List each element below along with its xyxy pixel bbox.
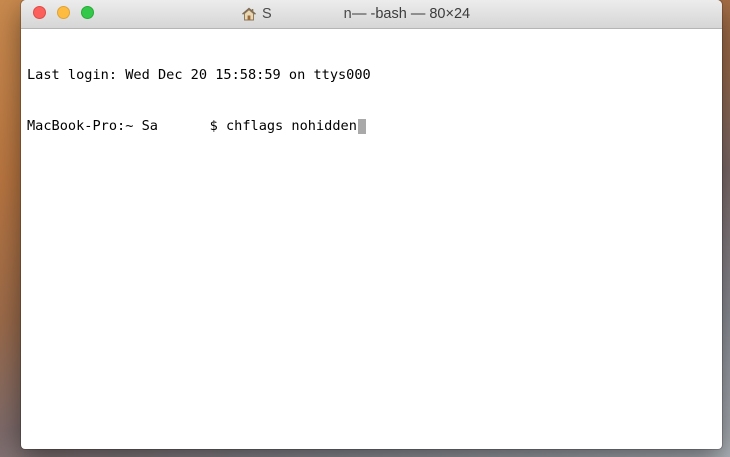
title-username: Sn bbox=[262, 6, 352, 22]
zoom-window-button[interactable] bbox=[81, 6, 94, 19]
prompt-user: Sa bbox=[141, 118, 158, 134]
terminal-window: Sn — -bash — 80×24 Last login: Wed Dec 2… bbox=[21, 0, 722, 449]
last-login-text: Last login: Wed Dec 20 15:58:59 on ttys0… bbox=[27, 67, 371, 83]
house-icon bbox=[242, 7, 256, 21]
command-text[interactable]: chflags nohidden bbox=[226, 118, 357, 135]
title-username-end: n bbox=[343, 6, 352, 22]
close-window-button[interactable] bbox=[33, 6, 46, 19]
prompt-host: MacBook-Pro:~ bbox=[27, 118, 142, 134]
last-login-line: Last login: Wed Dec 20 15:58:59 on ttys0… bbox=[27, 67, 722, 84]
minimize-window-button[interactable] bbox=[57, 6, 70, 19]
prompt-symbol: $ bbox=[209, 118, 226, 134]
terminal-content[interactable]: Last login: Wed Dec 20 15:58:59 on ttys0… bbox=[21, 29, 722, 169]
title-text: — -bash — 80×24 bbox=[352, 6, 471, 22]
text-cursor bbox=[357, 119, 366, 134]
title-username-start: S bbox=[262, 6, 272, 22]
title-bar[interactable]: Sn — -bash — 80×24 bbox=[21, 0, 722, 29]
window-title: Sn — -bash — 80×24 bbox=[241, 5, 470, 23]
prompt-line: MacBook-Pro:~ Sa $ chflags nohidden bbox=[27, 118, 722, 135]
